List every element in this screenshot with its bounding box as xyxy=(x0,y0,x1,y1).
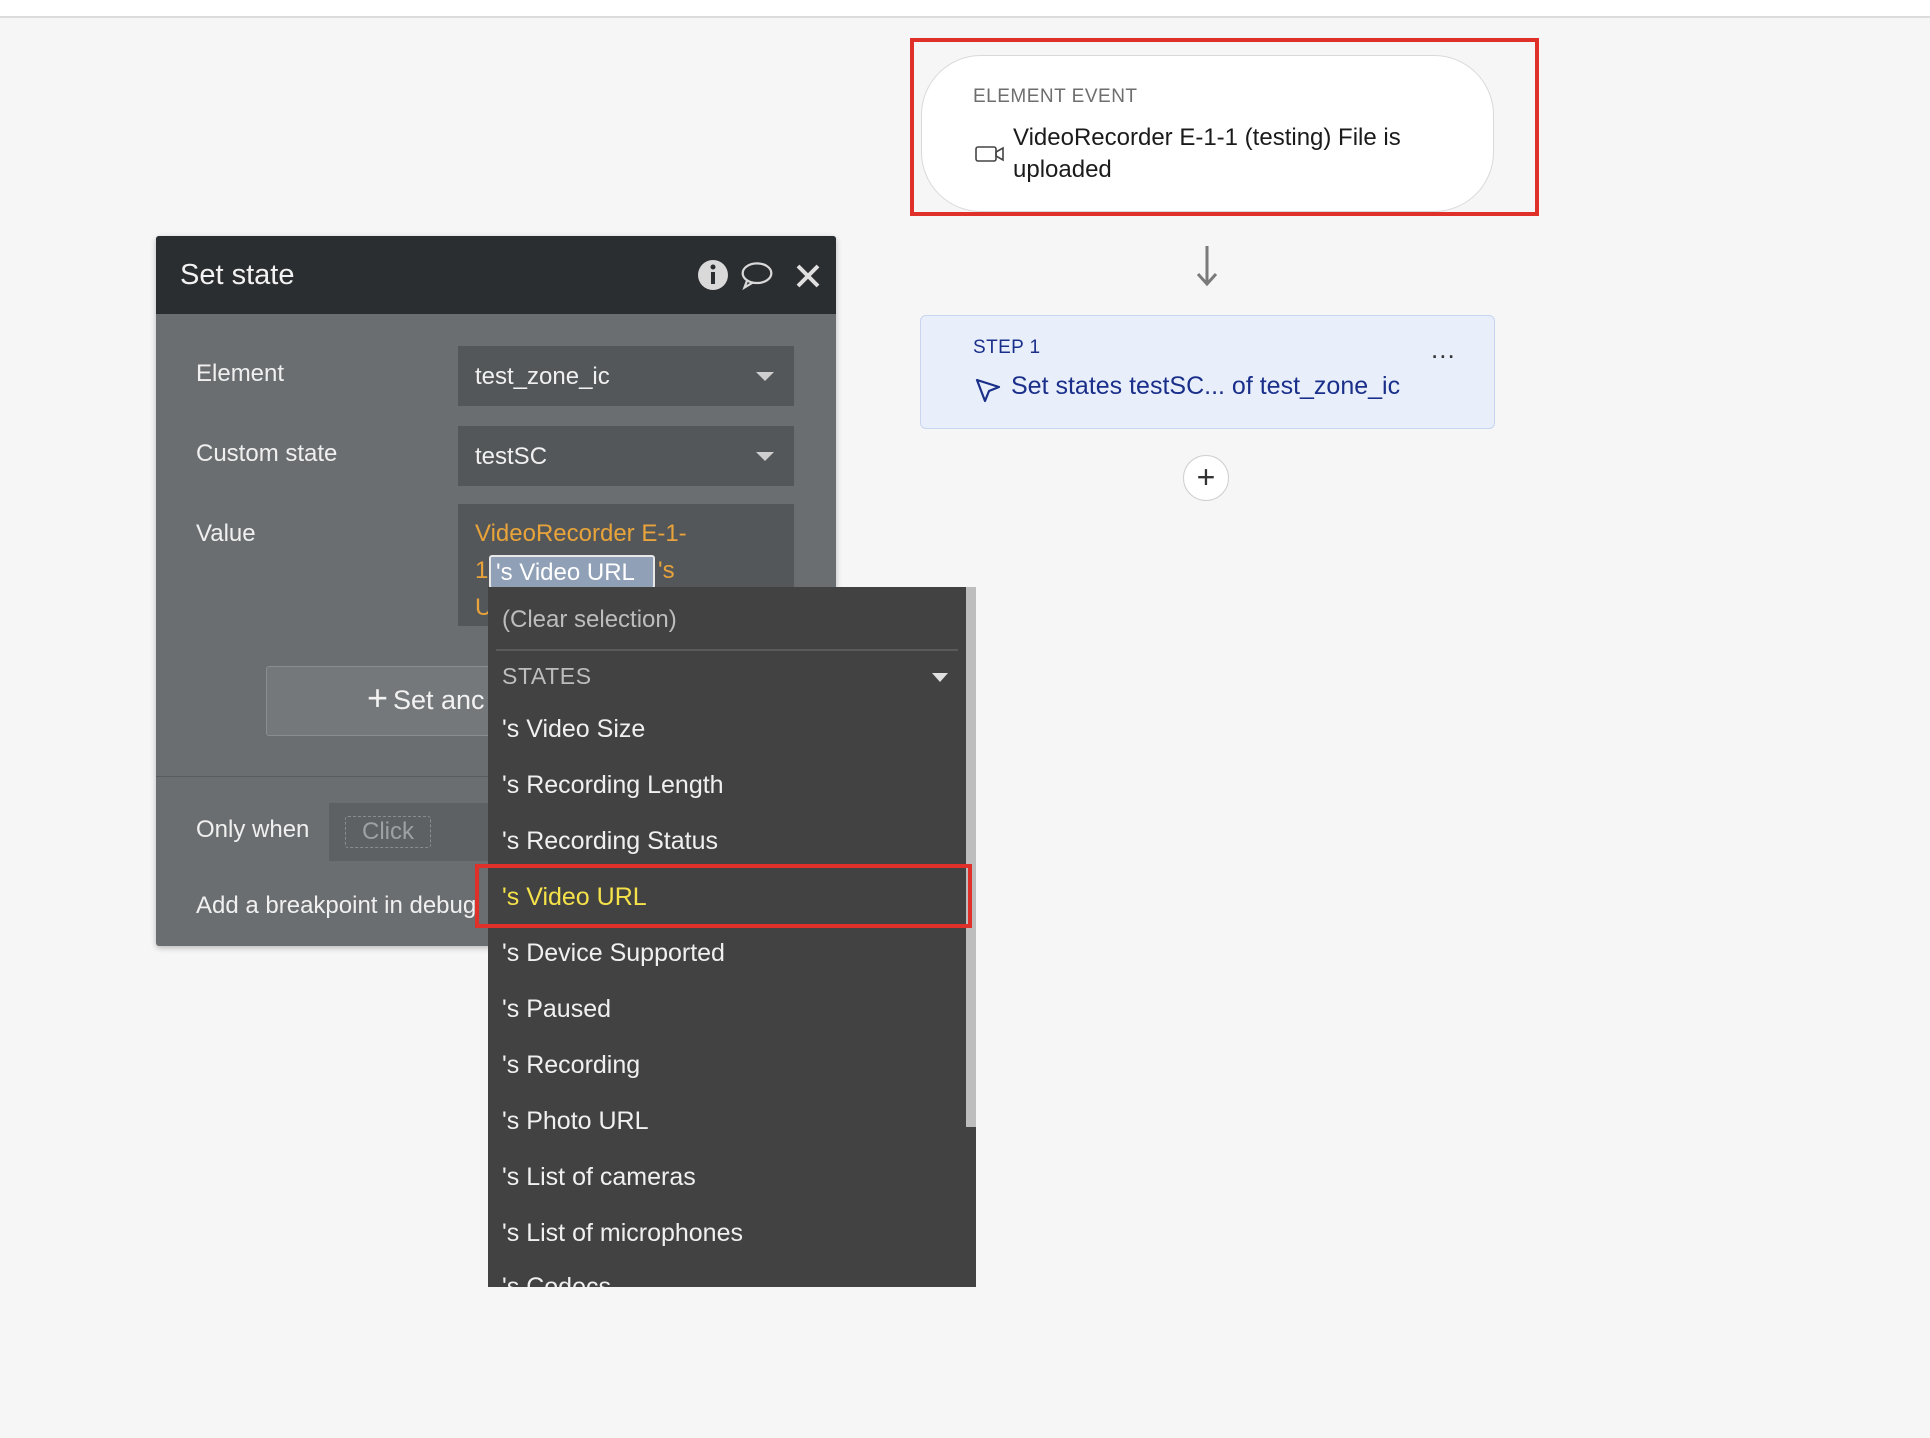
top-bar xyxy=(0,0,1930,18)
custom-state-value: testSC xyxy=(475,443,548,470)
menu-item[interactable]: 's List of cameras xyxy=(502,1163,696,1192)
only-when-label: Only when xyxy=(196,816,310,843)
menu-item[interactable]: 's Recording Status xyxy=(502,827,718,856)
comment-icon[interactable] xyxy=(740,258,774,292)
down-arrow-icon xyxy=(1196,246,1218,287)
menu-item[interactable]: 's Paused xyxy=(502,995,611,1024)
menu-divider xyxy=(496,649,958,651)
custom-state-label: Custom state xyxy=(196,440,338,467)
element-dropdown[interactable]: test_zone_ic xyxy=(458,346,794,406)
set-another-label: Set anc xyxy=(393,685,485,715)
video-camera-icon xyxy=(975,146,1004,162)
value-line-1: VideoRecorder E-1- xyxy=(475,520,687,547)
menu-item[interactable]: 's List of microphones xyxy=(502,1219,743,1248)
element-label: Element xyxy=(196,360,285,387)
menu-item[interactable]: 's Photo URL xyxy=(502,1107,649,1136)
plus-icon: + xyxy=(367,677,389,718)
chevron-down-icon xyxy=(756,372,774,381)
custom-state-dropdown[interactable]: testSC xyxy=(458,426,794,486)
cursor-arrow-icon xyxy=(975,378,1001,403)
menu-section-states[interactable]: STATES xyxy=(502,663,592,690)
event-title: VideoRecorder E-1-1 (testing) File is up… xyxy=(1013,124,1401,183)
value-chip[interactable]: 's Video URL xyxy=(489,555,655,589)
only-when-placeholder[interactable]: Click xyxy=(345,816,431,848)
chevron-down-icon[interactable] xyxy=(932,673,948,682)
menu-item[interactable]: 's Recording Length xyxy=(502,771,724,800)
clear-selection-item[interactable]: (Clear selection) xyxy=(502,606,677,634)
value-line-2-prefix: 1 xyxy=(475,557,489,584)
value-label: Value xyxy=(196,520,256,547)
step-card[interactable]: STEP 1 ... Set states testSC... of test_… xyxy=(920,315,1495,429)
step-more-icon[interactable]: ... xyxy=(1431,334,1456,365)
only-when-field[interactable]: Click xyxy=(329,803,509,861)
add-step-button[interactable]: + xyxy=(1183,455,1229,501)
event-kicker: ELEMENT EVENT xyxy=(973,86,1138,107)
step-description: Set states testSC... of test_zone_ic xyxy=(1011,372,1401,400)
element-event-card[interactable]: ELEMENT EVENT VideoRecorder E-1-1 (testi… xyxy=(921,55,1494,212)
value-chip-label: 's Video URL xyxy=(496,559,635,586)
element-value: test_zone_ic xyxy=(475,363,610,390)
value-line-2-suffix: 's xyxy=(658,557,675,584)
selected-item-highlight-box xyxy=(475,864,972,928)
menu-item[interactable]: 's Video Size xyxy=(502,715,645,744)
panel-title: Set state xyxy=(180,259,295,291)
menu-item[interactable]: 's Device Supported xyxy=(502,939,725,968)
menu-scrollbar[interactable] xyxy=(966,587,976,1127)
info-icon[interactable] xyxy=(696,258,730,292)
chevron-down-icon xyxy=(756,452,774,461)
breakpoint-label[interactable]: Add a breakpoint in debug xyxy=(196,892,476,920)
menu-item[interactable]: 's Codecs xyxy=(502,1273,611,1287)
step-label: STEP 1 xyxy=(973,337,1041,358)
state-dropdown-menu: (Clear selection) STATES 's Video Size '… xyxy=(488,587,976,1287)
close-icon[interactable] xyxy=(794,258,822,292)
menu-item[interactable]: 's Recording xyxy=(502,1051,640,1080)
panel-header: Set state xyxy=(156,236,836,314)
